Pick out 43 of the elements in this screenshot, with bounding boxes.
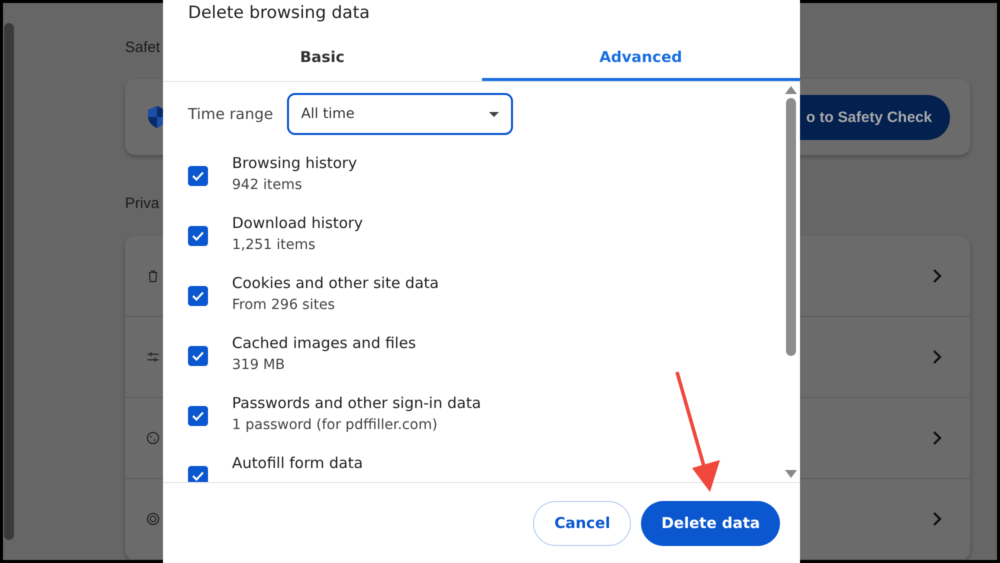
cookie-icon bbox=[146, 431, 160, 445]
tab[interactable]: Advanced bbox=[482, 35, 800, 81]
check-icon bbox=[192, 351, 204, 361]
time-range-dropdown[interactable]: All time bbox=[287, 93, 514, 135]
checkbox[interactable] bbox=[188, 406, 208, 426]
chevron-right-icon bbox=[932, 349, 942, 365]
scroll-down-icon[interactable] bbox=[785, 470, 797, 478]
check-icon bbox=[192, 471, 204, 481]
section-heading: Safet bbox=[125, 39, 160, 57]
section-heading: Priva bbox=[125, 195, 160, 213]
item-label: Cached images and files bbox=[232, 334, 416, 352]
item-label: Browsing history bbox=[232, 154, 357, 172]
item-label: Download history bbox=[232, 214, 363, 232]
dialog-title: Delete browsing data bbox=[187, 2, 371, 25]
field-label: Time range bbox=[188, 105, 274, 123]
check-icon bbox=[192, 411, 204, 421]
check-icon bbox=[192, 171, 204, 181]
target-icon bbox=[146, 512, 160, 526]
chevron-right-icon bbox=[932, 430, 942, 446]
checkbox[interactable] bbox=[188, 286, 208, 306]
item-detail: 1,251 items bbox=[232, 237, 316, 253]
item-label: Autofill form data bbox=[232, 454, 363, 472]
chevron-right-icon bbox=[932, 268, 942, 284]
dropdown-caret-icon bbox=[489, 112, 500, 116]
item-detail: From 296 sites bbox=[232, 297, 336, 313]
item-detail: 319 MB bbox=[232, 357, 286, 373]
check-icon bbox=[192, 291, 204, 301]
checkbox[interactable] bbox=[188, 166, 208, 186]
chevron-right-icon bbox=[932, 511, 942, 527]
tab[interactable]: Basic bbox=[163, 35, 482, 81]
scrollbar[interactable] bbox=[4, 23, 14, 540]
cancel-button[interactable]: Cancel bbox=[533, 500, 632, 546]
item-label: Cookies and other site data bbox=[232, 274, 439, 292]
delete-button[interactable]: Delete data bbox=[641, 500, 780, 546]
trash-icon bbox=[146, 269, 160, 283]
check-icon bbox=[192, 231, 204, 241]
item-detail: 1 password (for pdffiller.com) bbox=[232, 417, 438, 433]
item-label: Passwords and other sign-in data bbox=[232, 394, 482, 412]
sliders-icon bbox=[146, 350, 160, 364]
checkbox[interactable] bbox=[188, 346, 208, 366]
checkbox[interactable] bbox=[188, 466, 208, 482]
item-detail: 942 items bbox=[232, 177, 304, 193]
checkbox[interactable] bbox=[188, 226, 208, 246]
